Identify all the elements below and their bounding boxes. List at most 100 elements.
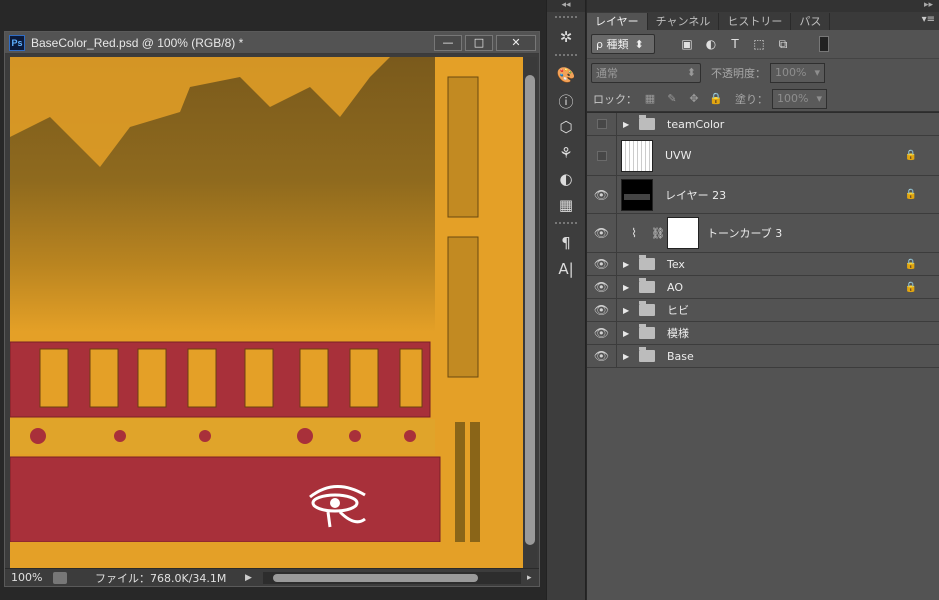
styles-icon[interactable]: ▦ [547,192,585,218]
link-chain-icon[interactable]: ⛓ [651,227,665,240]
layer-row-layer23[interactable]: 👁 レイヤー 23 🔒 [587,176,939,214]
layer-row-base[interactable]: 👁 ▶ Base [587,345,939,368]
info-icon[interactable]: ⓘ [547,88,585,114]
3d-icon[interactable]: ⬡ [547,114,585,140]
tab-layers[interactable]: レイヤー [587,13,648,30]
layer-row-ao[interactable]: 👁 ▶ AO 🔒 [587,276,939,299]
filter-adjustment-icon[interactable]: ◐ [699,37,723,52]
close-button[interactable]: ✕ [496,34,536,51]
layer-name: teamColor [667,117,725,131]
visibility-toggle[interactable]: 👁 [587,214,617,252]
layer-row-moyou[interactable]: 👁 ▶ 模様 [587,322,939,345]
layer-name: ヒビ [667,304,689,317]
folder-icon [639,301,655,316]
lock-icon: 🔒 [904,281,917,293]
minimize-button[interactable]: — [434,34,462,51]
hidden-visibility-box [596,150,607,161]
dock-grip[interactable] [555,16,577,22]
brush-presets-icon[interactable]: ⚘ [547,140,585,166]
lock-transparent-icon[interactable]: ▦ [639,92,661,105]
tab-channels[interactable]: チャンネル [648,13,720,30]
blend-row: 通常 ⬍ 不透明度： 100% ▾ [587,58,939,86]
paragraph-icon[interactable]: ¶ [547,230,585,256]
fill-dropdown-icon[interactable]: ▾ [816,92,822,105]
eye-icon: 👁 [593,303,610,317]
layer-row-uvw[interactable]: UVW 🔒 [587,136,939,176]
collapse-panel-icon[interactable]: ▸▸ [587,0,939,12]
status-menu-arrow-icon[interactable]: ▶ [245,573,257,583]
layer-thumbnail [621,139,653,172]
visibility-toggle[interactable] [587,113,617,135]
filter-kind-label: ρ 種類 [596,38,629,51]
eye-icon: 👁 [593,326,610,340]
visibility-toggle[interactable]: 👁 [587,299,617,321]
document-title: BaseColor_Red.psd @ 100% (RGB/8) * [31,35,244,50]
opacity-input[interactable]: 100% ▾ [770,62,825,83]
disclosure-triangle-icon[interactable]: ▶ [623,329,633,338]
visibility-toggle[interactable] [587,136,617,175]
side-strips [447,76,480,542]
navigator-icon[interactable]: ✲ [547,24,585,50]
lock-label: ロック： [593,92,637,106]
blend-mode-select[interactable]: 通常 ⬍ [591,62,701,83]
document-info-icon[interactable] [53,571,67,584]
tab-paths[interactable]: パス [791,13,831,30]
tab-history[interactable]: ヒストリー [719,13,792,30]
eye-icon: 👁 [593,280,610,294]
adjustments-icon[interactable]: ◐ [547,166,585,192]
vertical-scrollbar[interactable] [523,57,537,569]
character-icon[interactable]: A| [547,256,585,282]
scroll-right-icon[interactable]: ▸ [527,573,539,583]
filter-smart-object-icon[interactable]: ⧉ [771,37,795,52]
lock-icon: 🔒 [904,150,917,161]
document-titlebar[interactable]: Ps BaseColor_Red.psd @ 100% (RGB/8) * — … [5,32,539,54]
dock-grip[interactable] [555,54,577,60]
red-eye-panel [10,456,441,543]
layer-row-teamcolor[interactable]: ▶ teamColor [587,113,939,136]
dock-grip[interactable] [555,222,577,228]
horizontal-scrollbar[interactable] [263,571,521,584]
maximize-button[interactable]: □ [465,34,493,51]
panel-dock-icons: ◂◂ ✲ 🎨 ⓘ ⬡ ⚘ ◐ ▦ ¶ A| [546,0,586,600]
lock-position-icon[interactable]: ✥ [683,92,705,105]
visibility-toggle[interactable]: 👁 [587,345,617,367]
visibility-toggle[interactable]: 👁 [587,176,617,213]
disclosure-triangle-icon[interactable]: ▶ [623,306,633,315]
disclosure-triangle-icon[interactable]: ▶ [623,352,633,361]
disclosure-triangle-icon[interactable]: ▶ [623,120,633,129]
filter-kind-select[interactable]: ρ 種類 ⬍ [591,34,655,54]
color-palette-icon[interactable]: 🎨 [547,62,585,88]
filter-type-icon[interactable]: T [723,37,747,52]
collapse-dock-icon[interactable]: ◂◂ [547,0,585,12]
opacity-dropdown-icon[interactable]: ▾ [814,66,820,79]
layer-row-curves[interactable]: 👁 ⌇ ⛓ トーンカーブ 3 [587,214,939,253]
fill-label: 塗り： [735,92,768,106]
folder-icon [639,255,655,270]
folder-icon [639,115,655,130]
layer-row-hibi[interactable]: 👁 ▶ ヒビ [587,299,939,322]
file-size-info: ファイル：768.0K/34.1M [95,571,227,585]
hidden-visibility-box [596,119,607,129]
visibility-toggle[interactable]: 👁 [587,253,617,275]
layer-name: レイヤー 23 [665,188,727,202]
ornament-strip [10,419,435,454]
visibility-toggle[interactable]: 👁 [587,322,617,344]
layer-name: トーンカーブ 3 [707,227,783,240]
lock-image-icon[interactable]: ✎ [661,92,683,105]
visibility-toggle[interactable]: 👁 [587,276,617,298]
eye-icon: 👁 [593,226,610,240]
eye-icon: 👁 [593,187,610,202]
disclosure-triangle-icon[interactable]: ▶ [623,283,633,292]
disclosure-triangle-icon[interactable]: ▶ [623,260,633,269]
filter-pixel-icon[interactable]: ▣ [675,37,699,52]
canvas-texture[interactable] [10,57,523,569]
zoom-level[interactable]: 100% [5,571,53,584]
layer-mask-thumbnail[interactable] [667,217,699,249]
lock-all-icon[interactable]: 🔒 [705,92,727,105]
fill-input[interactable]: 100% ▾ [772,88,827,109]
layer-row-tex[interactable]: 👁 ▶ Tex 🔒 [587,253,939,276]
filter-shape-icon[interactable]: ⬚ [747,37,771,52]
filter-toggle-switch[interactable] [819,36,829,52]
document-window: Ps BaseColor_Red.psd @ 100% (RGB/8) * — … [4,31,540,587]
panel-menu-icon[interactable]: ▾≡ [922,14,935,25]
